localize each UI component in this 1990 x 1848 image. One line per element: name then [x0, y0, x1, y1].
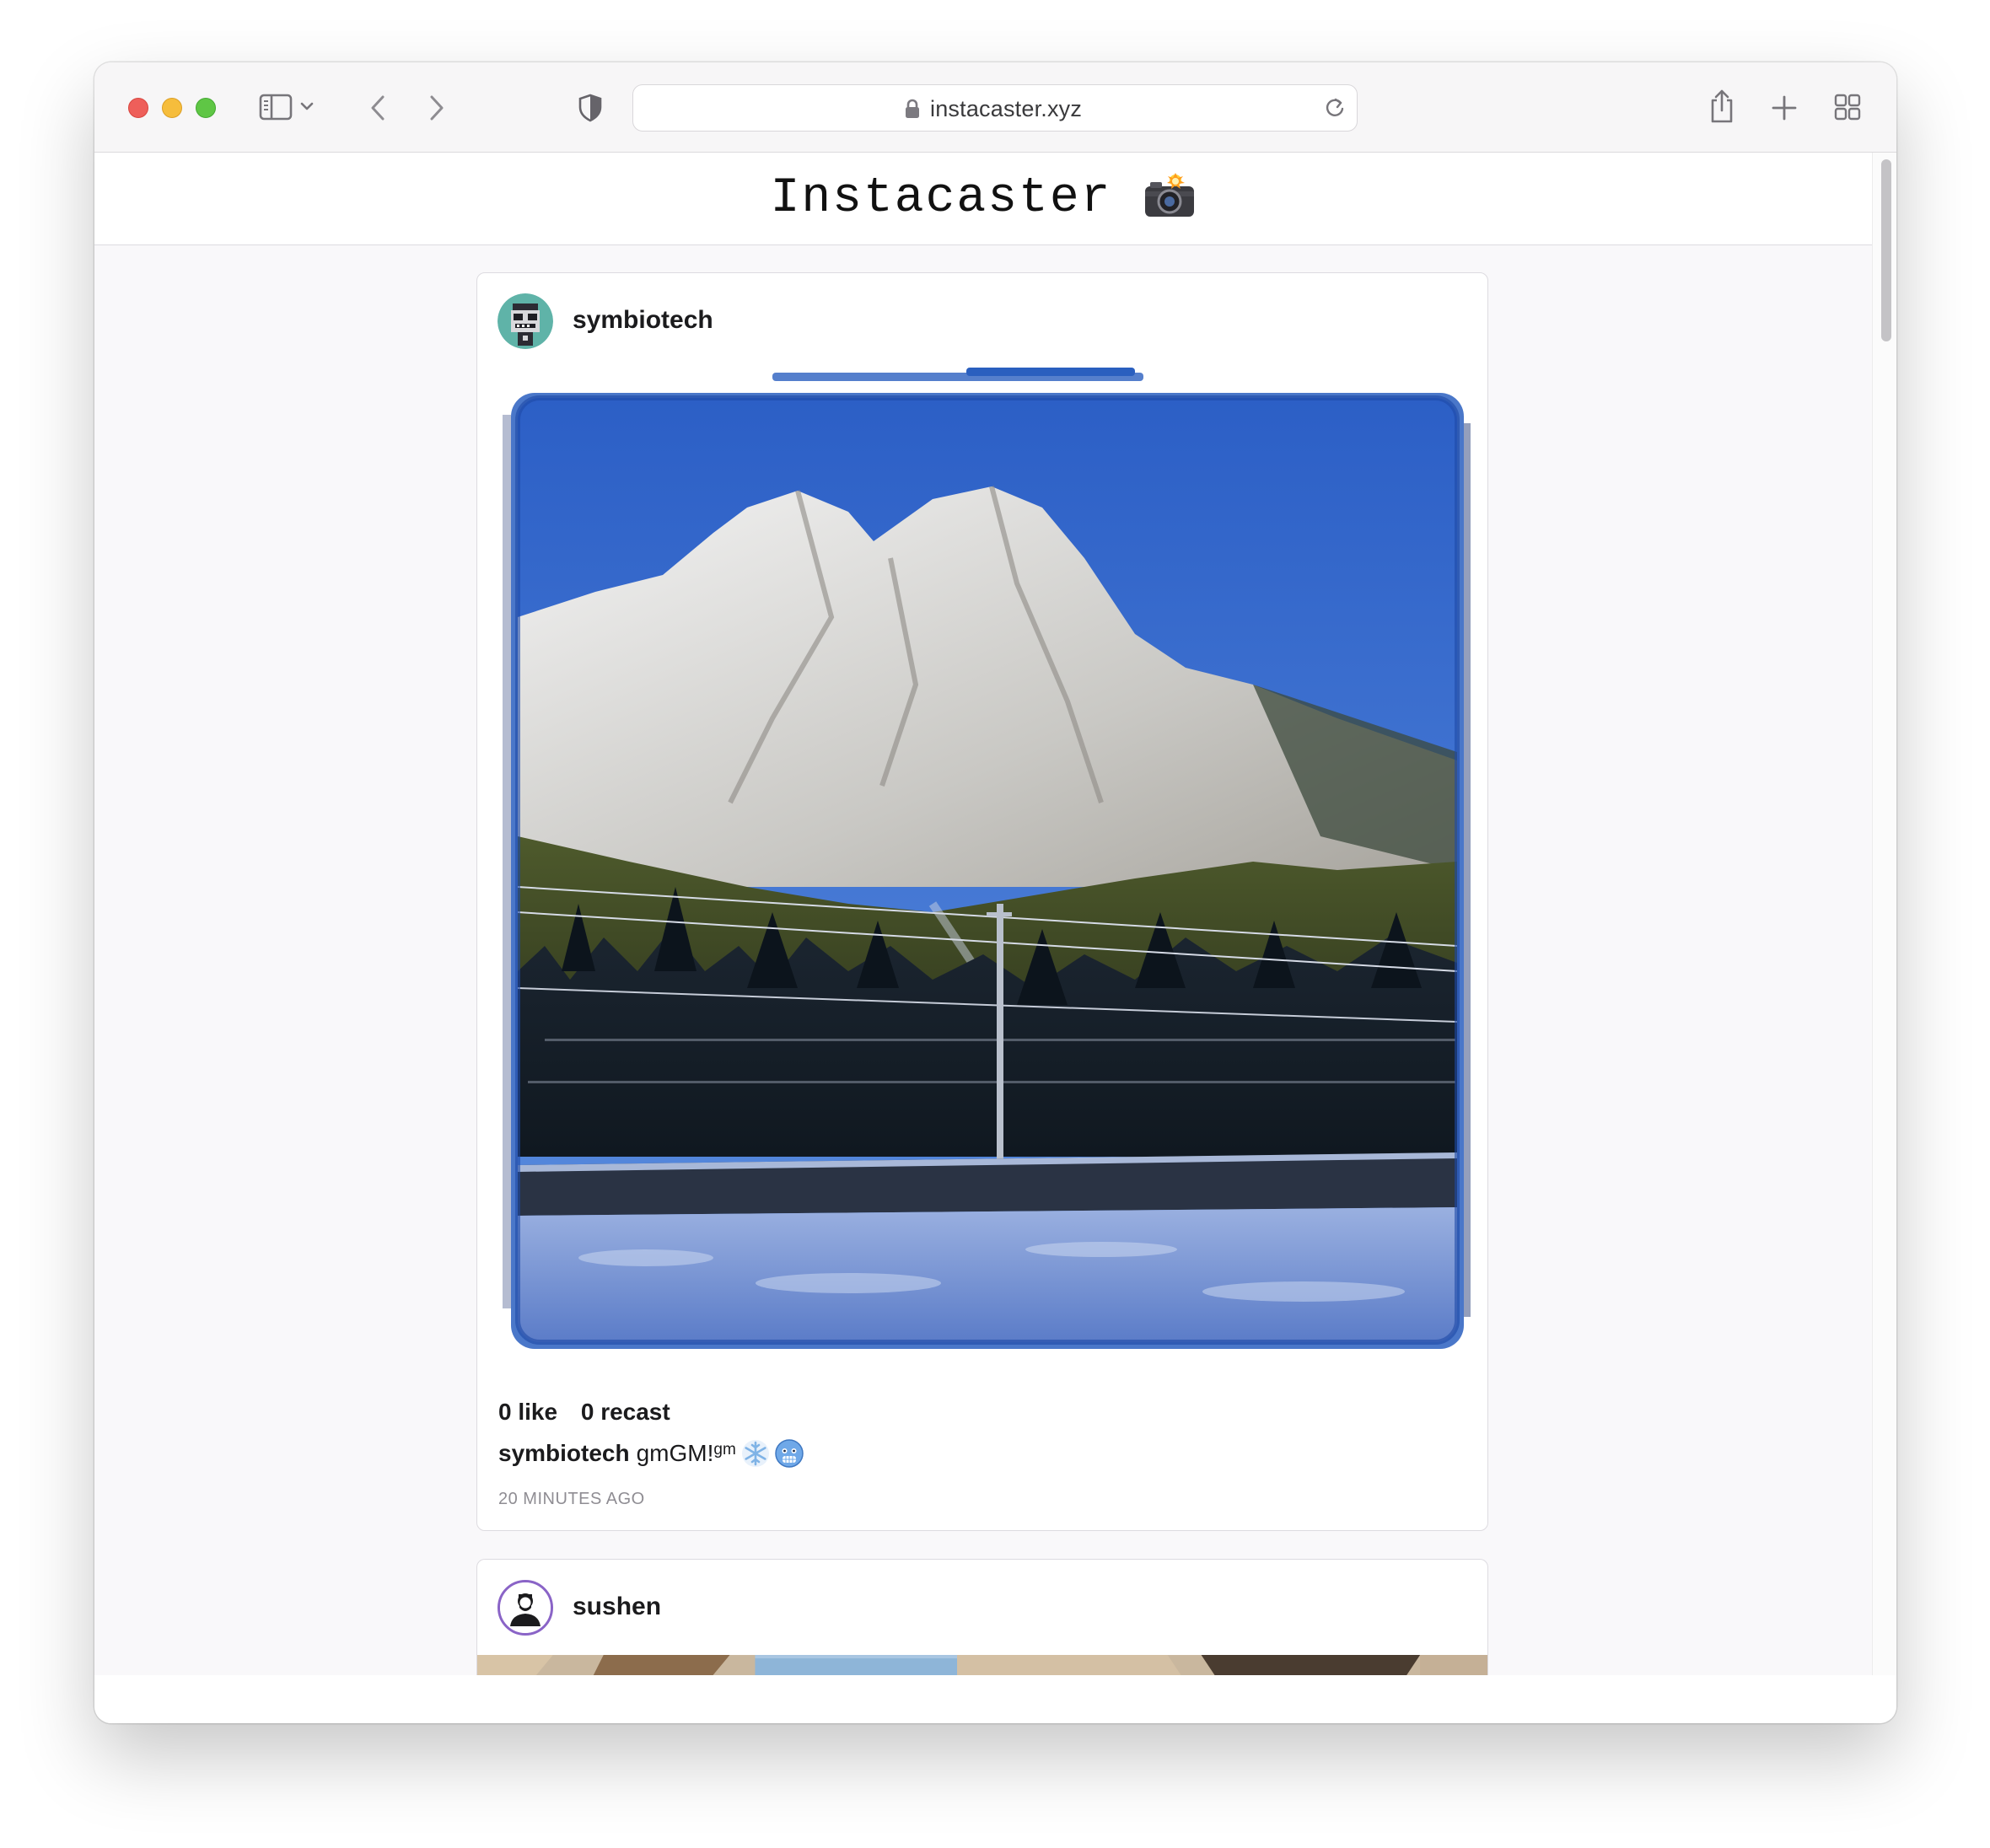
post-photo[interactable]	[477, 1655, 1487, 1675]
browser-toolbar: instacaster.xyz	[94, 62, 1896, 153]
recast-count[interactable]: 0 recast	[581, 1399, 670, 1425]
minimize-window-button[interactable]	[162, 98, 182, 118]
post-header: sushen	[477, 1560, 1487, 1654]
post-card: symbiotech 0 like 0 recast symbiotech gm…	[476, 272, 1488, 1531]
post-photo[interactable]	[494, 364, 1481, 1367]
address-bar[interactable]: instacaster.xyz	[632, 84, 1358, 132]
page-viewport: Instacaster symbiotech 0 like 0 recast s…	[94, 153, 1872, 1675]
caption-superscript: gm	[713, 1441, 736, 1459]
back-arrow-icon[interactable]	[366, 93, 390, 123]
snowflake-icon	[741, 1439, 770, 1468]
site-header: Instacaster	[94, 153, 1872, 245]
post-username[interactable]: sushen	[573, 1593, 661, 1621]
post-timestamp: 20 MINUTES AGO	[498, 1490, 645, 1508]
caption-username[interactable]: symbiotech	[498, 1440, 630, 1467]
share-icon[interactable]	[1707, 88, 1737, 125]
scrollbar[interactable]	[1872, 153, 1896, 1675]
window-bottom-edge	[94, 1675, 1896, 1723]
cold-face-icon	[775, 1439, 804, 1468]
reload-icon[interactable]	[1323, 96, 1347, 124]
new-tab-plus-icon[interactable]	[1771, 94, 1798, 121]
address-url: instacaster.xyz	[930, 96, 1083, 121]
sidebar-toggle-icon[interactable]	[258, 91, 293, 123]
caption-text: gmGM!	[636, 1440, 714, 1466]
site-title: Instacaster	[770, 171, 1112, 226]
avatar[interactable]	[498, 1580, 553, 1636]
chevron-down-icon[interactable]	[298, 98, 315, 115]
avatar[interactable]	[498, 293, 553, 349]
camera-flash-icon	[1143, 172, 1196, 218]
post-caption: symbiotech gmGM! gm	[498, 1439, 804, 1468]
post-card: sushen	[476, 1559, 1488, 1675]
close-window-button[interactable]	[128, 98, 148, 118]
tab-overview-icon[interactable]	[1833, 93, 1862, 121]
maximize-window-button[interactable]	[196, 98, 216, 118]
post-counts: 0 like 0 recast	[498, 1399, 687, 1426]
lock-icon	[905, 99, 920, 123]
privacy-shield-icon[interactable]	[577, 93, 604, 123]
browser-window: instacaster.xyz Instacaster symbiotech 0…	[94, 62, 1896, 1723]
post-header: symbiotech	[477, 273, 1487, 368]
post-username[interactable]: symbiotech	[573, 306, 713, 335]
scrollbar-thumb[interactable]	[1881, 159, 1891, 341]
like-count[interactable]: 0 like	[498, 1399, 557, 1425]
forward-arrow-icon[interactable]	[425, 93, 449, 123]
